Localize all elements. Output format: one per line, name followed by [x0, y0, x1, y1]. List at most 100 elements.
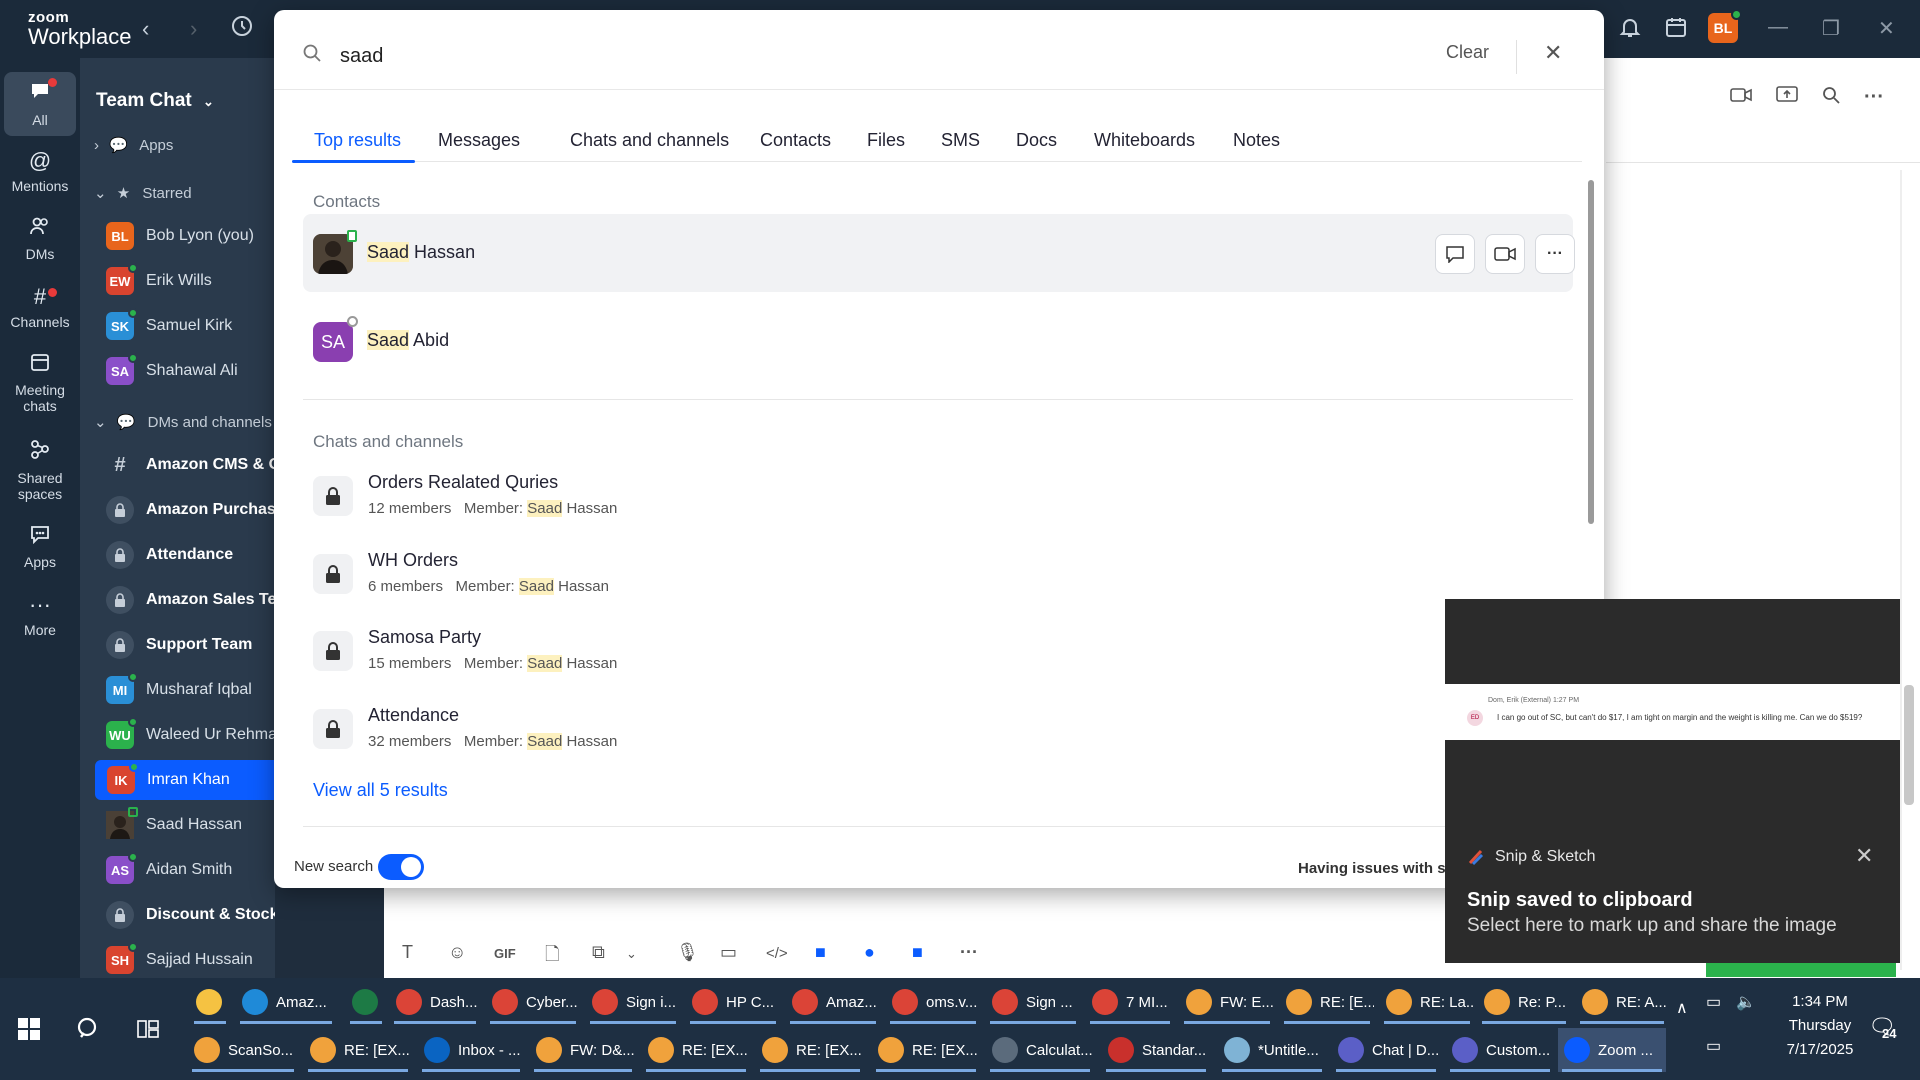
maximize-icon[interactable]: ❐ — [1822, 16, 1840, 41]
battery-icon[interactable]: ▭ — [1706, 992, 1721, 1012]
taskbar-button[interactable]: Sign ... — [986, 980, 1080, 1024]
taskbar-button[interactable]: HP C... — [686, 980, 780, 1024]
taskbar-button[interactable]: Amaz... — [236, 980, 336, 1024]
search-input[interactable] — [340, 40, 1140, 72]
forward-icon[interactable]: › — [190, 16, 197, 42]
taskbar-button[interactable]: Custom... — [1446, 1028, 1554, 1072]
channel-item[interactable]: Discount & Stock Reservation — [94, 895, 275, 935]
close-window-icon[interactable]: ✕ — [1878, 16, 1895, 41]
scrollbar-thumb[interactable] — [1588, 180, 1594, 524]
scrollbar-thumb[interactable] — [1904, 685, 1914, 805]
taskbar-button[interactable]: RE: [E... — [1280, 980, 1374, 1024]
search-icon[interactable] — [1822, 86, 1840, 110]
gif-icon[interactable]: GIF — [494, 946, 516, 961]
video-message-icon[interactable]: ▭ — [720, 942, 737, 963]
channel-item[interactable]: Support Team — [94, 625, 275, 665]
rail-apps[interactable]: Apps — [4, 524, 76, 570]
windows-start-icon[interactable] — [18, 1018, 40, 1045]
taskbar-button[interactable]: Dash... — [390, 980, 480, 1024]
taskbar-button[interactable]: Sign i... — [586, 980, 680, 1024]
file-icon[interactable]: 🗋 — [545, 942, 559, 972]
view-all-results-link[interactable]: View all 5 results — [313, 780, 448, 801]
close-icon[interactable]: ✕ — [1855, 843, 1873, 869]
tab-messages[interactable]: Messages — [438, 130, 520, 151]
taskbar-button[interactable]: Calculat... — [986, 1028, 1094, 1072]
taskbar-button[interactable] — [190, 980, 230, 1024]
rail-all[interactable]: All — [4, 72, 76, 136]
taskbar-button[interactable]: oms.v... — [886, 980, 980, 1024]
channel-item[interactable]: Amazon Sales Team — [94, 580, 275, 620]
calendar-icon[interactable] — [1664, 15, 1688, 45]
video-call-button[interactable] — [1485, 234, 1525, 274]
share-screen-icon[interactable] — [1776, 86, 1798, 110]
network-icon[interactable]: ▭ — [1706, 1036, 1721, 1056]
taskbar-button[interactable]: Inbox - ... — [418, 1028, 524, 1072]
taskbar-button[interactable]: Chat | D... — [1332, 1028, 1440, 1072]
tab-files[interactable]: Files — [867, 130, 905, 151]
taskbar-button[interactable]: *Untitle... — [1218, 1028, 1326, 1072]
taskbar-button[interactable] — [346, 980, 386, 1024]
back-icon[interactable]: ‹ — [142, 16, 149, 42]
minimize-icon[interactable]: — — [1768, 16, 1788, 39]
taskbar-button[interactable]: Zoom ... — [1558, 1028, 1666, 1072]
taskbar-button[interactable]: RE: A... — [1576, 980, 1668, 1024]
dm-item[interactable]: WU Waleed Ur Rehman — [94, 715, 275, 755]
taskbar-button[interactable]: FW: E... — [1180, 980, 1274, 1024]
channel-item[interactable]: # Amazon CMS & Ord — [94, 445, 275, 485]
contact-result[interactable]: SA Saad Abid — [303, 302, 1573, 380]
channel-item[interactable]: Attendance — [94, 535, 275, 575]
close-icon[interactable]: ✕ — [1544, 40, 1562, 66]
dm-item[interactable]: Saad Hassan — [94, 805, 275, 845]
more-icon[interactable]: ··· — [960, 942, 978, 963]
tab-docs[interactable]: Docs — [1016, 130, 1057, 151]
emoji-icon[interactable]: ☺ — [448, 942, 466, 963]
code-icon[interactable]: </> — [766, 945, 788, 962]
chevron-down-icon[interactable]: ⌄ — [626, 946, 637, 962]
video-icon[interactable] — [1730, 86, 1752, 110]
taskbar-button[interactable]: RE: La... — [1380, 980, 1474, 1024]
chat-button[interactable] — [1435, 234, 1475, 274]
dm-item-selected[interactable]: IK Imran Khan — [95, 760, 275, 800]
issues-link[interactable]: Having issues with se — [1298, 860, 1454, 877]
rail-mentions[interactable]: @ Mentions — [4, 148, 76, 194]
task-view-icon[interactable] — [136, 1018, 160, 1045]
channel-result[interactable]: WH Orders 6 members Member: Saad Hassan — [313, 540, 1213, 610]
channel-result[interactable]: Attendance 32 members Member: Saad Hassa… — [313, 695, 1213, 765]
taskbar-button[interactable]: Re: P... — [1478, 980, 1570, 1024]
volume-icon[interactable]: 🔈 — [1736, 992, 1756, 1012]
dm-item[interactable]: MI Musharaf Iqbal — [94, 670, 275, 710]
rail-dms[interactable]: DMs — [4, 216, 76, 262]
search-icon[interactable] — [76, 1016, 102, 1047]
starred-item[interactable]: EW Erik Wills — [94, 261, 275, 301]
my-avatar[interactable]: BL — [1708, 9, 1742, 43]
channel-item[interactable]: Amazon Purchase — [94, 490, 275, 530]
taskbar-button[interactable]: RE: [EX... — [304, 1028, 412, 1072]
app-icon[interactable]: ■ — [912, 942, 923, 963]
rail-channels[interactable]: # Channels — [4, 284, 76, 330]
contact-result[interactable]: Saad Hassan ··· — [303, 214, 1575, 292]
taskbar-button[interactable]: Cyber... — [486, 980, 580, 1024]
app-icon[interactable]: ■ — [815, 942, 826, 963]
sidebar-title[interactable]: Team Chat ⌄ — [96, 90, 214, 112]
more-icon[interactable]: ··· — [1864, 86, 1884, 110]
channel-result[interactable]: Orders Realated Quries 12 members Member… — [313, 462, 1213, 532]
more-options-button[interactable]: ··· — [1535, 234, 1575, 274]
tab-chats-and-channels[interactable]: Chats and channels — [570, 130, 729, 151]
microphone-icon[interactable]: 🎙 — [676, 942, 699, 963]
taskbar-button[interactable]: RE: [EX... — [642, 1028, 750, 1072]
rail-shared-spaces[interactable]: Shared spaces — [4, 438, 76, 502]
tab-whiteboards[interactable]: Whiteboards — [1094, 130, 1195, 151]
new-search-toggle[interactable] — [378, 854, 424, 880]
tab-sms[interactable]: SMS — [941, 130, 980, 151]
starred-item[interactable]: BL Bob Lyon (you) — [94, 216, 275, 256]
taskbar-button[interactable]: Amaz... — [786, 980, 880, 1024]
rail-more[interactable]: ··· More — [4, 592, 76, 638]
taskbar-button[interactable]: Standar... — [1102, 1028, 1210, 1072]
bell-icon[interactable] — [1618, 15, 1642, 45]
dm-item[interactable]: SH Sajjad Hussain — [94, 940, 275, 978]
channel-result[interactable]: Samosa Party 15 members Member: Saad Has… — [313, 617, 1213, 687]
dm-item[interactable]: AS Aidan Smith — [94, 850, 275, 890]
taskbar-button[interactable]: 7 MI... — [1086, 980, 1174, 1024]
rail-meeting-chats[interactable]: Meeting chats — [4, 352, 76, 414]
starred-item[interactable]: SK Samuel Kirk — [94, 306, 275, 346]
